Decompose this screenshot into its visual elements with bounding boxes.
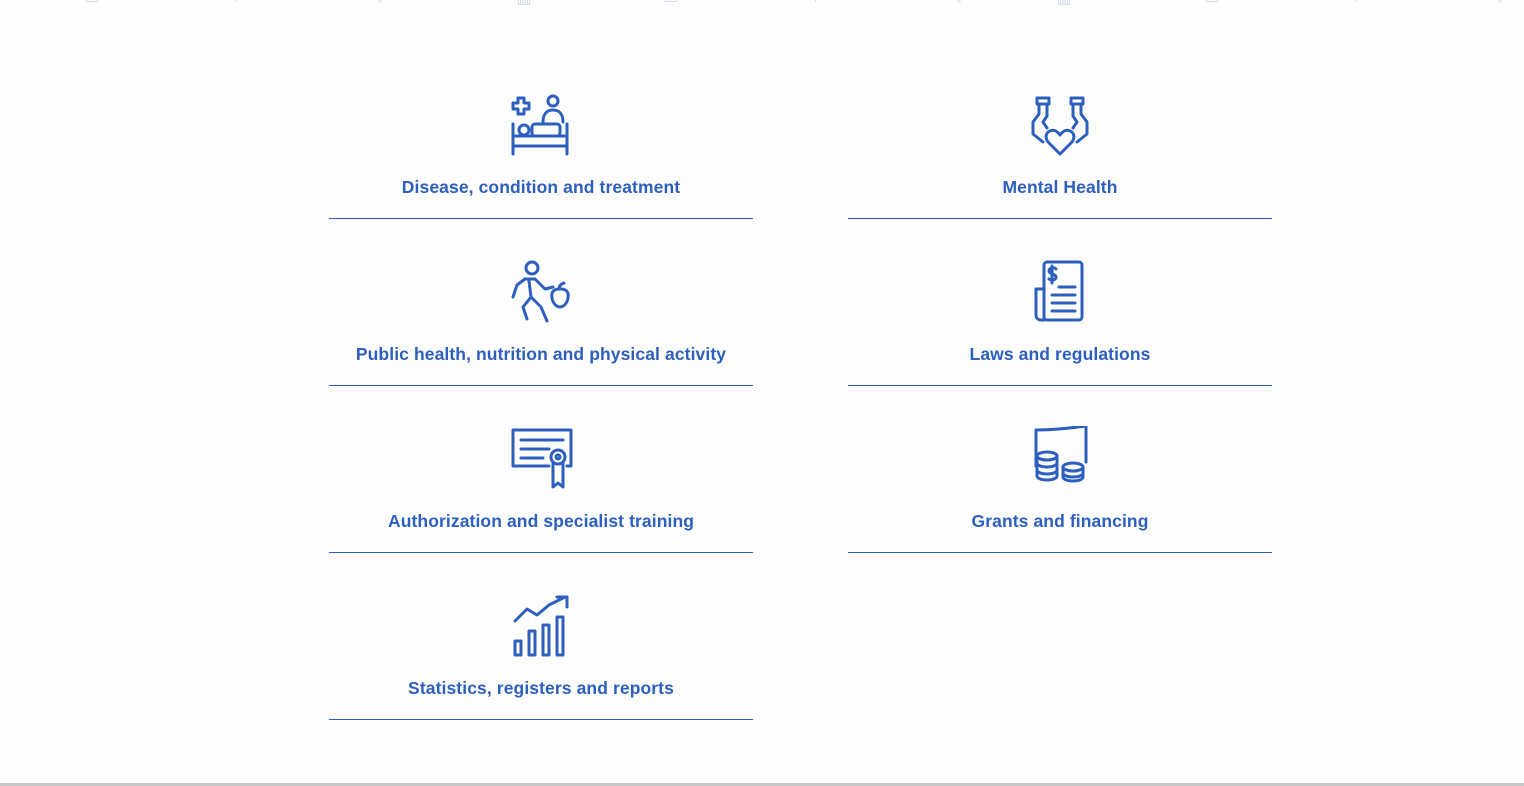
category-mental-health[interactable]: Mental Health	[848, 88, 1272, 219]
pattern-bed-icon: ▭	[1197, 0, 1227, 6]
pattern-bed-icon: ▭	[77, 0, 107, 6]
money-coins-icon	[1028, 426, 1092, 492]
pattern-hands-icon: ⚕	[944, 0, 974, 6]
pattern-chart-icon: ▥	[1049, 0, 1079, 6]
pattern-bed-icon: ▭	[656, 0, 686, 6]
bar-chart-growth-icon	[509, 593, 573, 659]
category-grid: Disease, condition and treatment Mental …	[329, 88, 1272, 756]
category-label: Authorization and specialist training	[387, 511, 695, 531]
pattern-person-icon: ⚘	[221, 0, 251, 6]
background-pattern: ▭ ⚘ ⚕ ▥ ▭ ⚘ ⚕ ▥ ▭ ⚘ ⚕	[0, 0, 1524, 8]
category-disease-condition-treatment[interactable]: Disease, condition and treatment	[329, 88, 753, 219]
pattern-person-icon: ⚘	[800, 0, 830, 6]
category-label: Laws and regulations	[969, 344, 1151, 364]
certificate-icon	[509, 426, 573, 492]
category-label: Disease, condition and treatment	[401, 177, 681, 197]
pattern-chart-icon: ▥	[509, 0, 539, 6]
hands-heart-icon	[1028, 92, 1092, 158]
pattern-hands-icon: ⚕	[365, 0, 395, 6]
pattern-hands-icon: ⚕	[1485, 0, 1515, 6]
running-person-apple-icon	[509, 259, 573, 325]
category-authorization-training[interactable]: Authorization and specialist training	[329, 422, 753, 553]
category-label: Mental Health	[1002, 177, 1118, 197]
category-public-health[interactable]: Public health, nutrition and physical ac…	[329, 255, 753, 386]
category-laws-regulations[interactable]: Laws and regulations	[848, 255, 1272, 386]
category-label: Statistics, registers and reports	[408, 678, 674, 698]
patient-bed-icon	[509, 92, 573, 158]
document-dollar-icon	[1028, 259, 1092, 325]
category-label: Public health, nutrition and physical ac…	[355, 344, 727, 364]
category-statistics-reports[interactable]: Statistics, registers and reports	[329, 589, 753, 720]
pattern-person-icon: ⚘	[1341, 0, 1371, 6]
category-grants-financing[interactable]: Grants and financing	[848, 422, 1272, 553]
category-label: Grants and financing	[971, 511, 1149, 531]
